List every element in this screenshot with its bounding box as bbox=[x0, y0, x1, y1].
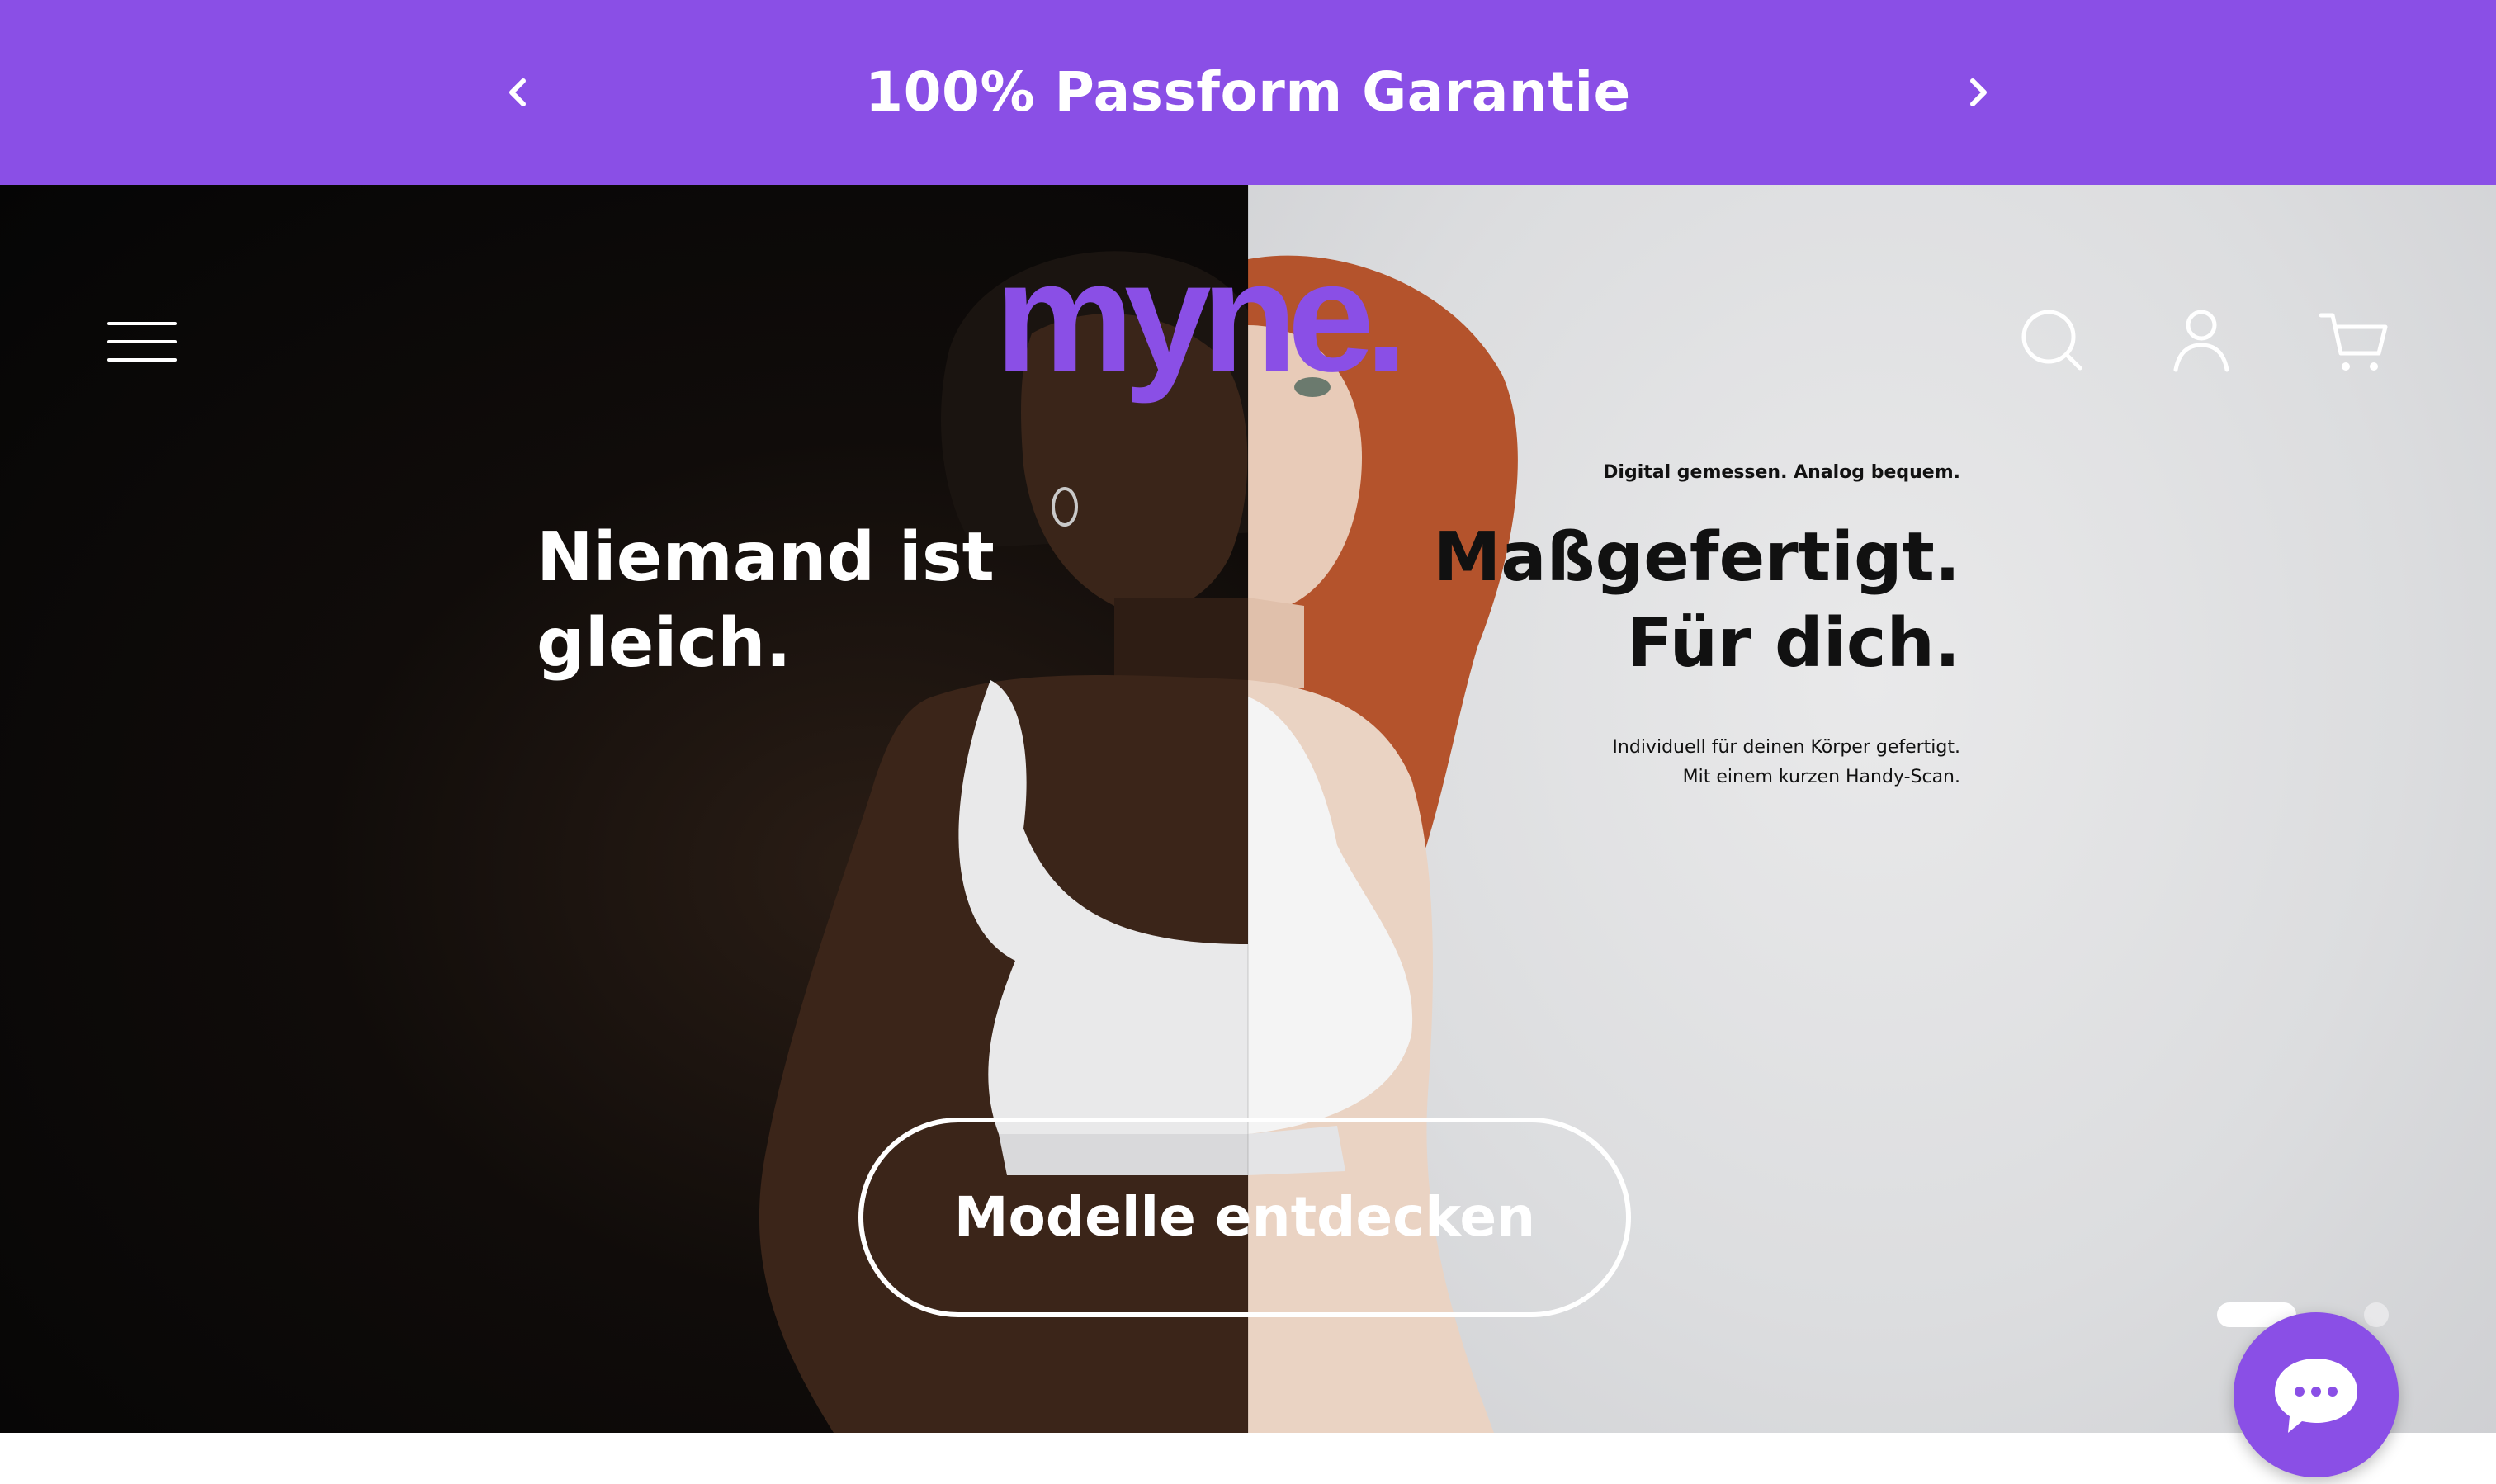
headline-left-line-1: Niemand ist bbox=[537, 518, 995, 597]
hero-tagline: Digital gemessen. Analog bequem. bbox=[1603, 462, 1960, 483]
user-icon[interactable] bbox=[2164, 302, 2238, 376]
hero-headline-right: Maßgefertigt. Für dich. bbox=[1434, 515, 1960, 687]
hamburger-menu-icon[interactable] bbox=[107, 317, 177, 366]
headline-right-line-2: Für dich. bbox=[1626, 604, 1960, 683]
chevron-right-icon[interactable] bbox=[1953, 68, 2002, 117]
cart-icon[interactable] bbox=[2316, 302, 2390, 376]
subtext-line-1: Individuell für deinen Körper gefertigt. bbox=[1612, 737, 1960, 758]
discover-models-button[interactable]: Modelle entdecken bbox=[858, 1118, 1631, 1317]
announcement-bar: 100% Passform Garantie bbox=[0, 0, 2496, 185]
subtext-line-2: Mit einem kurzen Handy-Scan. bbox=[1682, 767, 1960, 787]
headline-right-line-1: Maßgefertigt. bbox=[1433, 518, 1960, 597]
search-icon[interactable] bbox=[2014, 302, 2088, 376]
logo-text: myne. bbox=[995, 243, 1398, 404]
hero-subtext: Individuell für deinen Körper gefertigt.… bbox=[1612, 733, 1960, 792]
hero-section: myne. Niemand ist gleich. Digital gemess… bbox=[0, 185, 2496, 1433]
myne-logo[interactable]: myne. bbox=[995, 243, 1506, 441]
chat-bubble-icon bbox=[2275, 1359, 2357, 1433]
chat-button[interactable] bbox=[2234, 1312, 2399, 1477]
announcement-text: 100% Passform Garantie bbox=[865, 60, 1631, 124]
slide-indicator[interactable] bbox=[2364, 1302, 2389, 1327]
headline-left-line-2: gleich. bbox=[537, 604, 792, 683]
hero-headline-left: Niemand ist gleich. bbox=[537, 515, 995, 687]
